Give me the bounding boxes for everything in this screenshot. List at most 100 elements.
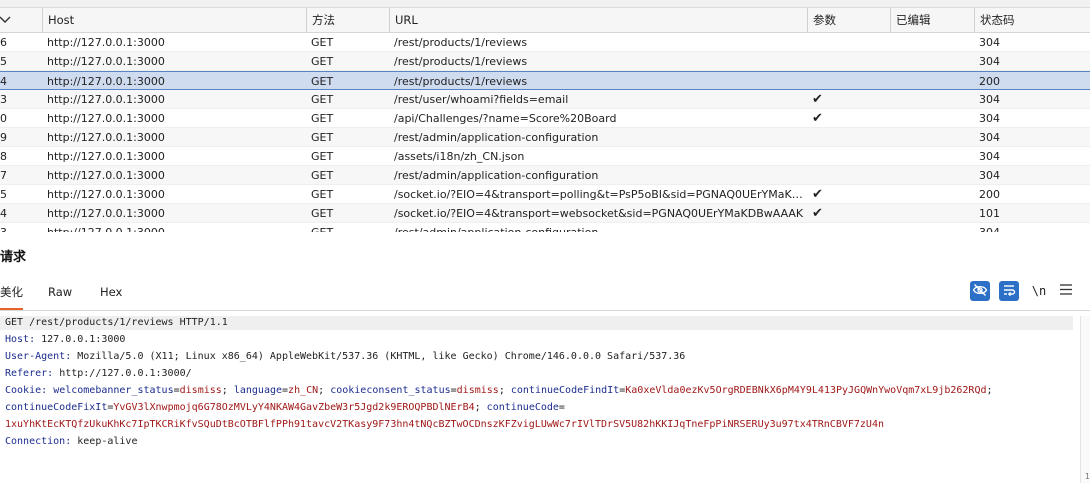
tab-hex[interactable]: Hex: [100, 282, 122, 308]
table-row[interactable]: 5 http://127.0.0.1:3000 GET/rest/products/…: [0, 52, 1090, 71]
row-status: 304: [979, 131, 1000, 144]
row-host: http://127.0.0.1:3000: [47, 36, 165, 49]
row-number: 5: [0, 55, 7, 68]
hamburger-icon: [1060, 284, 1072, 298]
row-url: /socket.io/?EIO=4&transport=polling&t=Ps…: [394, 188, 807, 201]
row-status: 304: [979, 112, 1000, 125]
row-host: http://127.0.0.1:3000: [47, 55, 165, 68]
tab-raw[interactable]: Raw: [48, 282, 72, 308]
row-method: GET: [311, 75, 334, 88]
table-row[interactable]: 6 http://127.0.0.1:3000 GET/rest/products/…: [0, 33, 1090, 52]
column-header-status[interactable]: 状态码: [974, 8, 1090, 32]
row-host: http://127.0.0.1:3000: [47, 112, 165, 125]
request-line: GET /rest/products/1/reviews HTTP/1.1: [0, 316, 1073, 330]
row-method: GET: [311, 112, 334, 125]
header-cookie-cont-1: continueCodeFixIt=YvGV3lXnwpmojq6G78OzMV…: [5, 402, 565, 413]
row-params-check-icon: ✔: [812, 206, 823, 221]
wrap-icon: [1001, 282, 1017, 301]
editor-scrollbar[interactable]: 1: [1080, 316, 1090, 483]
header-cookie: Cookie: welcomebanner_status=dismiss; la…: [5, 385, 993, 396]
row-url: /assets/i18n/zh_CN.json: [394, 150, 525, 163]
request-tabs: 美化 Raw Hex: [0, 282, 1090, 311]
row-method: GET: [311, 36, 334, 49]
row-number: 3: [0, 223, 42, 232]
row-params-check-icon: ✔: [812, 92, 823, 107]
row-method: GET: [311, 55, 334, 68]
column-header-method[interactable]: 方法: [306, 8, 390, 32]
top-strip: [0, 0, 1090, 8]
row-number: 8: [0, 150, 7, 163]
row-status: 304: [979, 36, 1000, 49]
row-url: /rest/admin/application-configuration: [394, 169, 599, 182]
row-host: http://127.0.0.1:3000: [47, 131, 165, 144]
row-host: http://127.0.0.1:3000: [47, 169, 165, 182]
sort-chevron-icon[interactable]: [0, 13, 11, 27]
row-method: GET: [311, 93, 334, 106]
row-number: 0: [0, 112, 7, 125]
row-url: /rest/products/1/reviews: [394, 75, 528, 88]
row-url: /api/Challenges/?name=Score%20Board: [394, 112, 617, 125]
row-status: 304: [974, 223, 1090, 232]
header-host: Host: 127.0.0.1:3000: [5, 334, 126, 345]
row-host: http://127.0.0.1:3000: [47, 75, 165, 88]
row-status: 200: [979, 75, 1000, 88]
eye-slash-icon: [972, 282, 988, 301]
table-row[interactable]: 5 http://127.0.0.1:3000 GET/socket.io/?EIO…: [0, 185, 1090, 204]
row-method: GET: [311, 169, 334, 182]
row-method: GET: [306, 223, 390, 232]
row-host: http://127.0.0.1:3000: [47, 207, 165, 220]
table-row[interactable]: 3http://127.0.0.1:3000GET/rest/admin/app…: [0, 223, 1090, 232]
row-url: /rest/admin/application-configuration: [389, 223, 807, 232]
table-row[interactable]: 0 http://127.0.0.1:3000 GET/api/Challenges…: [0, 109, 1090, 128]
row-number: 4: [0, 75, 7, 88]
row-number: 9: [0, 131, 7, 144]
row-method: GET: [311, 207, 334, 220]
row-host: http://127.0.0.1:3000: [47, 188, 165, 201]
table-header: Host 方法 URL 参数 已编辑 状态码: [0, 8, 1090, 33]
table-row[interactable]: 7 http://127.0.0.1:3000 GET/rest/admin/app…: [0, 166, 1090, 185]
menu-button[interactable]: [1056, 281, 1076, 301]
row-host: http://127.0.0.1:3000: [42, 223, 306, 232]
table-body: 6 http://127.0.0.1:3000 GET/rest/products/…: [0, 33, 1090, 232]
row-status: 304: [979, 150, 1000, 163]
row-host: http://127.0.0.1:3000: [47, 93, 165, 106]
tab-pretty[interactable]: 美化: [0, 282, 23, 310]
row-url: /rest/admin/application-configuration: [394, 131, 599, 144]
row-status: 304: [979, 93, 1000, 106]
row-params-check-icon: ✔: [812, 111, 823, 126]
row-status: 200: [979, 188, 1000, 201]
table-row[interactable]: 4 http://127.0.0.1:3000 GET/rest/products/…: [0, 71, 1090, 90]
row-number: 4: [0, 207, 7, 220]
column-header-params[interactable]: 参数: [807, 8, 891, 32]
row-url: /rest/user/whoami?fields=email: [394, 93, 569, 106]
header-referer: Referer: http://127.0.0.1:3000/: [5, 368, 192, 379]
row-host: http://127.0.0.1:3000: [47, 150, 165, 163]
row-method: GET: [311, 188, 334, 201]
table-row[interactable]: 9 http://127.0.0.1:3000 GET/rest/admin/app…: [0, 128, 1090, 147]
header-user-agent: User-Agent: Mozilla/5.0 (X11; Linux x86_…: [5, 351, 686, 362]
word-wrap-button[interactable]: [999, 281, 1019, 301]
row-number: 7: [0, 169, 7, 182]
header-connection: Connection: keep-alive: [5, 436, 138, 447]
newline-toggle-button[interactable]: \n: [1029, 281, 1049, 301]
row-number: 6: [0, 36, 7, 49]
table-row[interactable]: 8 http://127.0.0.1:3000 GET/assets/i18n/zh…: [0, 147, 1090, 166]
row-status: 304: [979, 169, 1000, 182]
row-url: /rest/products/1/reviews: [394, 36, 528, 49]
header-cookie-cont-2: 1xuYhKtEcKTQfzUkuKhKc7IpTKCRiKfvSQuDtBcO…: [5, 419, 884, 430]
table-row[interactable]: 4 http://127.0.0.1:3000 GET/socket.io/?EIO…: [0, 204, 1090, 223]
column-header-url[interactable]: URL: [389, 8, 807, 32]
request-panel: 请求 美化 Raw Hex \n GET /rest/products/1/re…: [0, 232, 1090, 483]
row-status: 304: [979, 55, 1000, 68]
table-row[interactable]: 3 http://127.0.0.1:3000 GET/rest/user/whoa…: [0, 90, 1090, 109]
column-header-host[interactable]: Host: [42, 8, 306, 32]
row-params-check-icon: ✔: [812, 187, 823, 202]
hide-nonprint-button[interactable]: [970, 281, 990, 301]
history-table: Host 方法 URL 参数 已编辑 状态码 6 http://127.0.0.1…: [0, 0, 1090, 232]
request-editor[interactable]: GET /rest/products/1/reviews HTTP/1.1 Ho…: [0, 316, 1090, 483]
row-number: 5: [0, 188, 7, 201]
row-method: GET: [311, 131, 334, 144]
column-header-edited[interactable]: 已编辑: [890, 8, 974, 32]
row-number: 3: [0, 93, 7, 106]
row-status: 101: [979, 207, 1000, 220]
